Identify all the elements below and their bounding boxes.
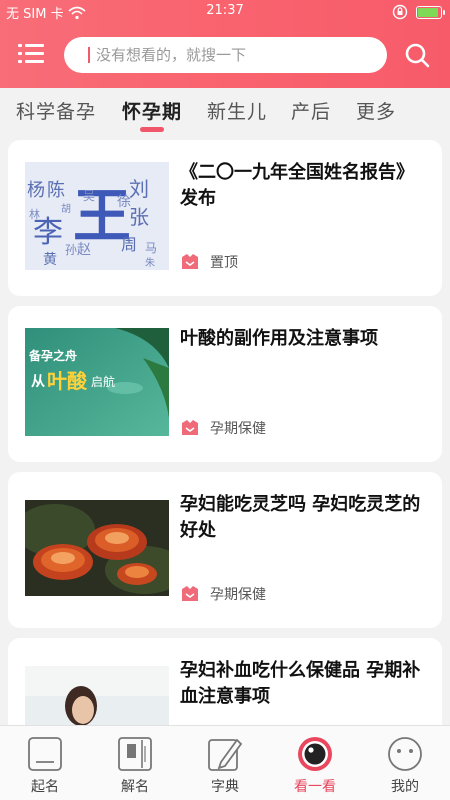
svg-text:吴: 吴 [83, 189, 95, 203]
article-title[interactable]: 《二〇一九年全国姓名报告》发布 [180, 160, 430, 212]
svg-text:赵: 赵 [77, 242, 91, 258]
svg-text:胡: 胡 [61, 202, 71, 215]
nav-label: 解名 [121, 779, 149, 795]
article-title[interactable]: 叶酸的副作用及注意事项 [180, 326, 430, 352]
nav-label: 看一看 [294, 779, 336, 795]
status-bar: 无 SIM 卡 21:37 [0, 0, 450, 24]
profile-face-icon [388, 737, 422, 771]
book-icon [118, 737, 152, 771]
eye-icon [298, 737, 332, 771]
search-box[interactable] [64, 37, 387, 73]
search-icon[interactable] [404, 42, 430, 68]
nav-label: 我的 [391, 779, 419, 795]
nav-naming[interactable]: 起名 [0, 726, 90, 800]
rotation-lock-icon [392, 4, 408, 20]
surname-word-cloud: 杨 陈 王 刘 李 张 吴 徐 赵 孙 周 马 黄 胡 朱 林 [27, 177, 157, 269]
bottom-nav: 起名 解名 字典 看一看 我的 [0, 725, 450, 800]
nav-label: 起名 [31, 779, 59, 795]
nav-profile[interactable]: 我的 [360, 726, 450, 800]
article-tag: 置顶 [180, 252, 238, 272]
article-thumbnail: 杨 陈 王 刘 李 张 吴 徐 赵 孙 周 马 黄 胡 朱 林 [25, 162, 169, 270]
svg-text:陈: 陈 [47, 180, 65, 201]
article-title[interactable]: 孕妇能吃灵芝吗 孕妇吃灵芝的好处 [180, 492, 430, 544]
tag-icon [182, 586, 198, 601]
svg-text:马: 马 [145, 241, 157, 255]
status-time: 21:37 [206, 3, 244, 18]
article-thumbnail: 备孕之舟 从 叶酸 启航 [25, 328, 169, 436]
article-card[interactable]: 杨 陈 王 刘 李 张 吴 徐 赵 孙 周 马 黄 胡 朱 林 《二〇一九年全国… [8, 140, 442, 296]
nav-label: 字典 [211, 779, 239, 795]
active-tab-indicator [140, 127, 164, 132]
tab-pregnancy[interactable]: 怀孕期 [122, 97, 182, 124]
article-thumbnail [25, 500, 169, 596]
tab-postpartum[interactable]: 产后 [291, 97, 331, 124]
nav-dictionary[interactable]: 字典 [180, 726, 270, 800]
app-header: 无 SIM 卡 21:37 [0, 0, 450, 88]
battery-level [418, 7, 438, 17]
article-card[interactable]: 孕妇能吃灵芝吗 孕妇吃灵芝的好处 孕期保健 [8, 472, 442, 628]
lingzhi-mushroom-image [25, 500, 169, 596]
tab-science-prep[interactable]: 科学备孕 [16, 97, 96, 124]
svg-text:徐: 徐 [117, 194, 131, 210]
article-tag: 孕期保健 [180, 418, 266, 438]
tag-icon [182, 254, 198, 269]
nav-browse[interactable]: 看一看 [270, 726, 360, 800]
tag-label: 置顶 [210, 255, 238, 271]
svg-text:叶酸: 叶酸 [47, 369, 88, 393]
svg-text:林: 林 [29, 207, 40, 221]
svg-text:杨: 杨 [27, 180, 45, 201]
category-tabs: 科学备孕 怀孕期 新生儿 产后 更多 [0, 88, 450, 138]
article-tag: 孕期保健 [180, 584, 266, 604]
folic-acid-image: 备孕之舟 从 叶酸 启航 [25, 328, 169, 436]
tag-icon [182, 420, 198, 435]
svg-text:孙: 孙 [65, 243, 77, 257]
svg-text:黄: 黄 [43, 251, 57, 268]
svg-text:启航: 启航 [91, 374, 115, 389]
menu-button[interactable] [18, 42, 44, 66]
svg-text:张: 张 [129, 205, 149, 229]
svg-text:朱: 朱 [145, 257, 155, 269]
dictionary-icon [208, 738, 243, 771]
tag-label: 孕期保健 [210, 421, 266, 437]
article-title[interactable]: 孕妇补血吃什么保健品 孕期补血注意事项 [180, 658, 430, 710]
svg-text:备孕之舟: 备孕之舟 [28, 348, 77, 363]
svg-text:周: 周 [121, 235, 137, 254]
svg-text:从: 从 [31, 374, 45, 390]
article-card[interactable]: 备孕之舟 从 叶酸 启航 叶酸的副作用及注意事项 孕期保健 [8, 306, 442, 462]
tag-label: 孕期保健 [210, 587, 266, 603]
search-input[interactable] [96, 43, 376, 67]
tab-newborn[interactable]: 新生儿 [207, 97, 267, 124]
nav-interpret[interactable]: 解名 [90, 726, 180, 800]
text-caret [88, 47, 90, 63]
svg-text:刘: 刘 [129, 177, 149, 201]
naming-icon [28, 737, 62, 771]
battery-icon [416, 5, 445, 19]
tab-more[interactable]: 更多 [356, 97, 396, 124]
